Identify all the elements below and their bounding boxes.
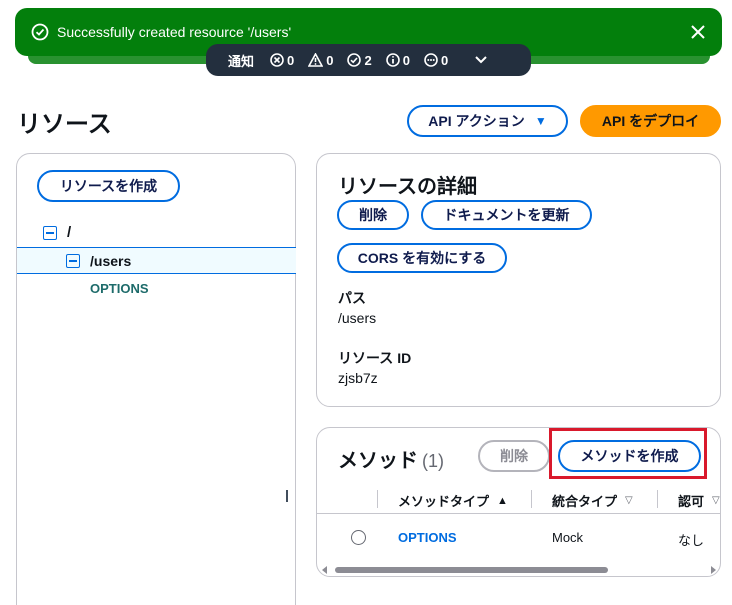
chevron-down-icon[interactable]: [474, 55, 488, 65]
api-actions-button[interactable]: API アクション ▼: [407, 105, 568, 137]
details-title: リソースの詳細: [338, 176, 477, 198]
horizontal-scrollbar[interactable]: [321, 565, 717, 575]
error-count: 0: [270, 53, 294, 68]
page-title: リソース: [17, 111, 112, 138]
resource-id-value: zjsb7z: [338, 370, 378, 386]
scrollbar-thumb[interactable]: [335, 567, 608, 573]
info-count: 0: [385, 53, 410, 68]
delete-method-button[interactable]: 削除: [478, 440, 550, 472]
methods-count: (1): [422, 451, 444, 471]
row-select-radio[interactable]: [351, 530, 366, 545]
check-circle-icon: [31, 23, 49, 41]
deploy-api-button[interactable]: API をデプロイ: [580, 105, 721, 137]
resource-details-panel: リソースの詳細 削除 ドキュメントを更新 CORS を有効にする パス /use…: [316, 153, 721, 407]
panel-resize-handle[interactable]: [286, 490, 288, 502]
close-icon[interactable]: [688, 22, 708, 42]
scroll-left-icon[interactable]: [322, 566, 327, 574]
in-progress-icon: [424, 53, 438, 67]
column-authorization[interactable]: 認可 ▽: [678, 491, 720, 510]
methods-title: メソッド (1): [338, 450, 444, 472]
in-progress-count: 0: [424, 53, 448, 68]
delete-resource-button[interactable]: 削除: [337, 200, 409, 230]
success-icon: [347, 53, 362, 67]
method-options-link[interactable]: OPTIONS: [398, 530, 457, 545]
notification-label: 通知: [228, 53, 255, 69]
collapse-icon[interactable]: [43, 225, 57, 240]
column-method-type[interactable]: メソッドタイプ ▲: [398, 491, 508, 510]
integration-type-cell: Mock: [552, 530, 584, 545]
authorization-cell: なし: [678, 533, 705, 548]
success-count: 2: [347, 53, 372, 68]
caret-down-icon: ▼: [534, 114, 547, 128]
scroll-right-icon[interactable]: [711, 566, 716, 574]
tree-item-users[interactable]: /users: [66, 253, 131, 269]
warning-icon: [308, 53, 324, 67]
warning-count: 0: [308, 53, 333, 68]
create-resource-button[interactable]: リソースを作成: [37, 170, 180, 202]
update-documentation-button[interactable]: ドキュメントを更新: [421, 200, 592, 230]
path-label: パス: [338, 290, 366, 306]
methods-table-header: メソッドタイプ ▲ 統合タイプ ▽ 認可 ▽: [317, 484, 720, 514]
info-icon: [385, 53, 400, 67]
column-integration-type[interactable]: 統合タイプ ▽: [552, 491, 633, 510]
tree-item-options[interactable]: OPTIONS: [90, 281, 149, 296]
flash-message: Successfully created resource '/users': [57, 24, 292, 40]
resource-id-label: リソース ID: [338, 350, 412, 366]
notification-bar[interactable]: 通知 0 0 2 0 0: [206, 44, 531, 76]
error-icon: [270, 53, 284, 67]
sort-icon: ▽: [712, 495, 720, 506]
sort-icon: ▽: [625, 495, 633, 506]
enable-cors-button[interactable]: CORS を有効にする: [337, 243, 507, 273]
highlight-box: [549, 428, 707, 479]
tree-item-root[interactable]: /: [43, 224, 71, 241]
collapse-icon[interactable]: [66, 254, 80, 268]
sort-ascending-icon: ▲: [497, 494, 508, 507]
tree-selected-row[interactable]: [17, 247, 296, 274]
resource-tree-panel: リソースを作成 / /users OPTIONS: [16, 153, 296, 605]
path-value: /users: [338, 310, 377, 326]
